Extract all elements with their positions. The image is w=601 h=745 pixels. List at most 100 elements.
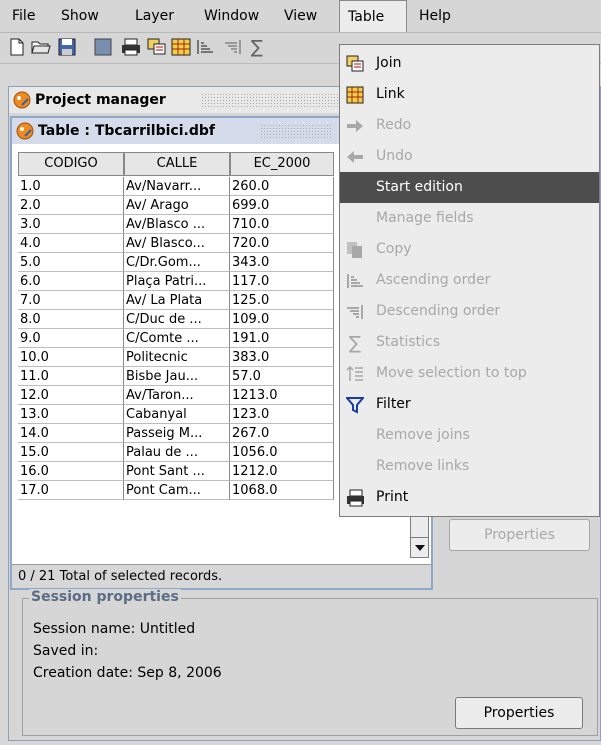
cell-codigo: 15.0 bbox=[18, 443, 124, 462]
menu-item-remove-joins[interactable]: Remove joins bbox=[340, 420, 599, 451]
menu-item-label: Join bbox=[376, 55, 402, 71]
cell-calle: Av/Taron... bbox=[124, 386, 230, 405]
cell-calle: Politecnic bbox=[124, 348, 230, 367]
descending-order-tool-icon[interactable] bbox=[222, 36, 244, 58]
session-properties-button[interactable]: Properties bbox=[455, 697, 583, 729]
menu-show[interactable]: Show bbox=[53, 0, 107, 32]
menu-item-label: Remove joins bbox=[376, 427, 470, 443]
cell-calle: Plaça Patri... bbox=[124, 272, 230, 291]
menu-item-remove-links[interactable]: Remove links bbox=[340, 451, 599, 482]
menu-item-label: Ascending order bbox=[376, 272, 491, 288]
sigma-icon: ∑ bbox=[348, 332, 362, 354]
save-icon[interactable] bbox=[56, 36, 78, 58]
session-creation-date: Creation date: Sep 8, 2006 bbox=[33, 665, 222, 681]
session-name: Session name: Untitled bbox=[33, 621, 196, 637]
gvsig-icon bbox=[13, 91, 31, 109]
menu-item-manage-fields[interactable]: Manage fields bbox=[340, 203, 599, 234]
cell-ec2000: 57.0 bbox=[230, 367, 334, 386]
menu-item-label: Copy bbox=[376, 241, 412, 257]
gvsig-icon bbox=[16, 122, 34, 140]
menu-item-label: Descending order bbox=[376, 303, 501, 319]
cell-calle: C/Dr.Gom... bbox=[124, 253, 230, 272]
print-icon[interactable] bbox=[120, 36, 142, 58]
cell-ec2000: 1212.0 bbox=[230, 462, 334, 481]
cell-codigo: 11.0 bbox=[18, 367, 124, 386]
session-properties-group: Session properties Session name: Untitle… bbox=[22, 589, 598, 736]
menu-item-label: Print bbox=[376, 489, 409, 505]
cell-calle: C/Comte ... bbox=[124, 329, 230, 348]
menu-item-statistics[interactable]: ∑ Statistics bbox=[340, 327, 599, 358]
menu-item-copy[interactable]: Copy bbox=[340, 234, 599, 265]
menu-window[interactable]: Window bbox=[196, 0, 267, 32]
menu-item-move-selection-to-top[interactable]: Move selection to top bbox=[340, 358, 599, 389]
cell-ec2000: 1056.0 bbox=[230, 443, 334, 462]
layer-square-icon[interactable] bbox=[92, 36, 114, 58]
menu-item-label: Link bbox=[376, 86, 405, 102]
cell-ec2000: 260.0 bbox=[230, 177, 334, 196]
arrow-down-icon bbox=[414, 544, 425, 551]
menu-item-label: Manage fields bbox=[376, 210, 474, 226]
cell-codigo: 3.0 bbox=[18, 215, 124, 234]
cell-calle: Pont Sant ... bbox=[124, 462, 230, 481]
cell-ec2000: 117.0 bbox=[230, 272, 334, 291]
session-properties-title: Session properties bbox=[29, 589, 181, 605]
menu-item-join[interactable]: Join bbox=[340, 48, 599, 79]
printer-icon bbox=[346, 489, 364, 507]
menu-item-label: Move selection to top bbox=[376, 365, 527, 381]
cell-ec2000: 1068.0 bbox=[230, 481, 334, 500]
menu-item-link[interactable]: Link bbox=[340, 79, 599, 110]
menu-item-undo[interactable]: Undo bbox=[340, 141, 599, 172]
cell-codigo: 12.0 bbox=[18, 386, 124, 405]
cell-codigo: 14.0 bbox=[18, 424, 124, 443]
menu-item-redo[interactable]: Redo bbox=[340, 110, 599, 141]
menu-item-label: Start edition bbox=[376, 179, 463, 195]
properties-button-disabled[interactable]: Properties bbox=[449, 519, 590, 551]
menu-item-label: Redo bbox=[376, 117, 412, 133]
link-tool-icon[interactable] bbox=[170, 36, 192, 58]
session-saved-in: Saved in: bbox=[33, 643, 99, 659]
cell-codigo: 8.0 bbox=[18, 310, 124, 329]
menu-file[interactable]: File bbox=[4, 0, 43, 32]
cell-ec2000: 125.0 bbox=[230, 291, 334, 310]
ascending-order-tool-icon[interactable] bbox=[194, 36, 216, 58]
menu-item-start-edition[interactable]: Start edition bbox=[340, 172, 599, 203]
undo-arrow-icon bbox=[346, 148, 364, 166]
menu-table[interactable]: Table bbox=[339, 0, 407, 32]
cell-codigo: 16.0 bbox=[18, 462, 124, 481]
titlebar-grip bbox=[260, 124, 332, 138]
cell-calle: Passeig M... bbox=[124, 424, 230, 443]
cell-codigo: 7.0 bbox=[18, 291, 124, 310]
cell-codigo: 17.0 bbox=[18, 481, 124, 500]
menu-item-filter[interactable]: Filter bbox=[340, 389, 599, 420]
cell-ec2000: 267.0 bbox=[230, 424, 334, 443]
cell-codigo: 9.0 bbox=[18, 329, 124, 348]
cell-ec2000: 123.0 bbox=[230, 405, 334, 424]
menu-layer[interactable]: Layer bbox=[127, 0, 182, 32]
statistics-tool-icon[interactable]: ∑ bbox=[246, 36, 268, 58]
menu-item-label: Statistics bbox=[376, 334, 440, 350]
menu-item-print[interactable]: Print bbox=[340, 482, 599, 513]
redo-arrow-icon bbox=[346, 117, 364, 135]
menu-view[interactable]: View bbox=[276, 0, 325, 32]
menu-help[interactable]: Help bbox=[411, 0, 459, 32]
ascending-order-icon bbox=[346, 272, 364, 290]
cell-calle: Av/ La Plata bbox=[124, 291, 230, 310]
column-header-ec2000[interactable]: EC_2000 bbox=[230, 152, 334, 176]
new-file-icon[interactable] bbox=[6, 36, 28, 58]
copy-icon bbox=[346, 241, 364, 259]
menu-item-ascending-order[interactable]: Ascending order bbox=[340, 265, 599, 296]
menu-item-descending-order[interactable]: Descending order bbox=[340, 296, 599, 327]
cell-calle: Av/ Blasco... bbox=[124, 234, 230, 253]
column-header-calle[interactable]: CALLE bbox=[124, 152, 230, 176]
cell-codigo: 2.0 bbox=[18, 196, 124, 215]
project-manager-title: Project manager bbox=[35, 92, 166, 108]
scroll-down-button[interactable] bbox=[411, 537, 428, 557]
cell-ec2000: 1213.0 bbox=[230, 386, 334, 405]
descending-order-icon bbox=[346, 303, 364, 321]
cell-calle: Bisbe Jau... bbox=[124, 367, 230, 386]
link-icon bbox=[346, 86, 364, 104]
column-header-codigo[interactable]: CODIGO bbox=[18, 152, 124, 176]
open-folder-icon[interactable] bbox=[30, 36, 52, 58]
join-tool-icon[interactable] bbox=[146, 36, 168, 58]
cell-ec2000: 710.0 bbox=[230, 215, 334, 234]
